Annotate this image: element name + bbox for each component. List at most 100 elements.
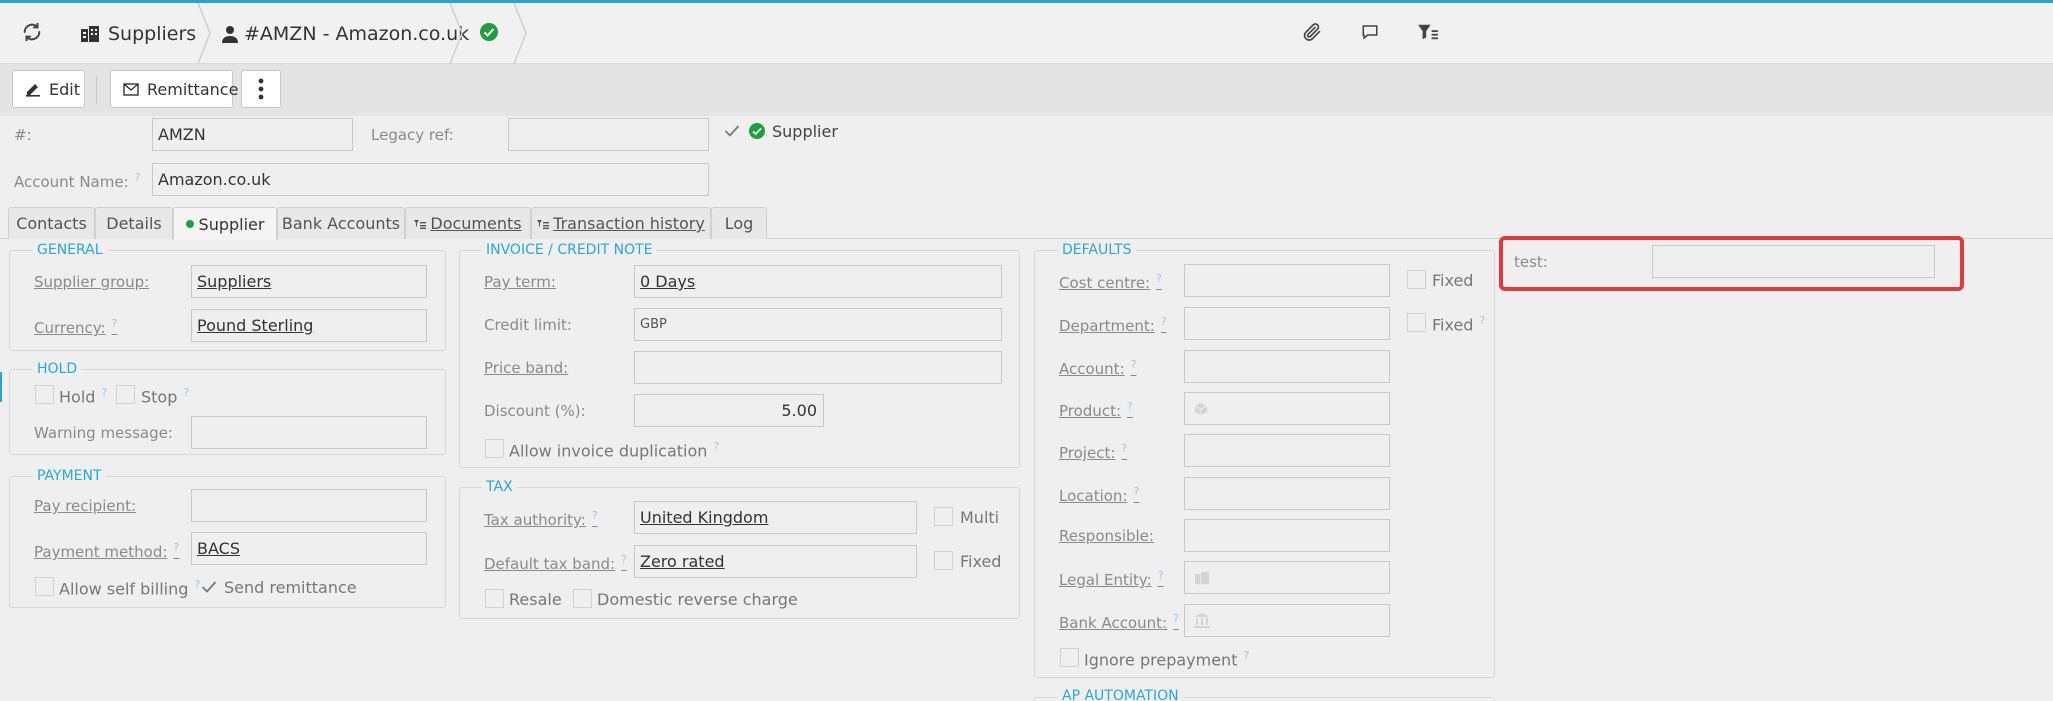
department-field[interactable] [1184,307,1390,340]
default-tax-band-label[interactable]: Default tax band:? [484,553,627,573]
cost-centre-fixed-checkbox[interactable] [1407,270,1426,289]
pay-term-field[interactable]: 0 Days [634,265,1002,298]
tax-authority-label[interactable]: Tax authority:? [484,509,598,529]
bank-account-field[interactable] [1184,604,1390,637]
price-band-label[interactable]: Price band: [484,359,568,377]
multi-label: Multi [960,508,1000,527]
department-fixed-checkbox[interactable] [1407,313,1426,332]
help-icon[interactable]: ? [101,386,107,399]
help-icon[interactable]: ? [1173,612,1179,625]
location-field[interactable] [1184,477,1390,510]
help-icon[interactable]: ? [1134,485,1140,498]
more-actions-button[interactable] [241,70,281,108]
breadcrumb-record[interactable]: #AMZN - Amazon.co.uk [222,3,469,64]
help-icon[interactable]: ? [1158,569,1164,582]
help-icon[interactable]: ? [1121,442,1127,455]
warning-message-label: Warning message: [34,424,173,442]
person-icon [222,25,238,43]
pay-recipient-field[interactable] [191,489,427,522]
help-icon[interactable]: ? [1243,649,1249,662]
product-field[interactable] [1184,392,1390,425]
help-icon[interactable]: ? [1161,315,1167,328]
help-icon[interactable]: ? [621,553,627,566]
domestic-reverse-checkbox[interactable] [573,589,592,608]
building-icon [80,25,100,43]
project-label[interactable]: Project:? [1059,442,1127,462]
tab-supplier[interactable]: Supplier [173,207,277,240]
attachment-icon[interactable] [1300,20,1324,44]
discount-field[interactable]: 5.00 [634,394,824,427]
comment-icon[interactable] [1358,20,1382,44]
number-field[interactable]: AMZN [152,118,353,151]
bank-account-label[interactable]: Bank Account:? [1059,612,1179,632]
cost-centre-label[interactable]: Cost centre:? [1059,272,1162,292]
multi-checkbox[interactable] [934,507,953,526]
currency-label[interactable]: Currency:? [34,317,117,337]
account-label[interactable]: Account:? [1059,358,1136,378]
credit-limit-field[interactable]: GBP [634,308,1002,341]
send-remittance-checkbox[interactable] [199,577,218,596]
resale-checkbox[interactable] [485,589,504,608]
tax-authority-field[interactable]: United Kingdom [634,501,917,534]
product-label[interactable]: Product:? [1059,400,1133,420]
status-check-icon [477,20,501,44]
refresh-icon[interactable] [20,20,44,44]
tab-log[interactable]: Log [711,207,767,239]
tab-documents[interactable]: Documents [405,207,531,239]
project-field[interactable] [1184,434,1390,467]
help-icon[interactable]: ? [1131,358,1137,371]
price-band-field[interactable] [634,351,1002,384]
account-name-field[interactable]: Amazon.co.uk [152,163,709,196]
help-icon[interactable]: ? [1127,400,1133,413]
stop-checkbox[interactable] [116,385,135,404]
pay-term-label[interactable]: Pay term: [484,273,556,291]
tax-authority-value: United Kingdom [640,508,769,527]
warning-message-field[interactable] [191,416,427,449]
breadcrumb-suppliers[interactable]: Suppliers [80,3,196,64]
supplier-group-label[interactable]: Supplier group: [34,273,149,291]
self-billing-checkbox[interactable] [35,577,54,596]
toolbar-divider [96,76,97,104]
ignore-prepayment-checkbox[interactable] [1060,648,1079,667]
edit-button[interactable]: Edit [12,70,85,108]
number-label: #: [14,126,32,144]
help-icon[interactable]: ? [713,440,719,453]
payment-method-field[interactable]: BACS [191,532,427,565]
payment-method-label[interactable]: Payment method:? [34,541,179,561]
default-tax-band-field[interactable]: Zero rated [634,545,917,578]
allow-duplication-checkbox[interactable] [485,439,504,458]
help-icon[interactable]: ? [135,171,141,184]
legacy-ref-field[interactable] [508,118,709,151]
tax-fixed-checkbox[interactable] [934,551,953,570]
invoice-title: INVOICE / CREDIT NOTE [482,242,657,258]
tab-contacts[interactable]: Contacts [8,207,95,239]
help-icon[interactable]: ? [1479,314,1485,327]
tab-transaction-history[interactable]: Transaction history [531,207,711,239]
supplier-checkbox[interactable] [722,121,741,140]
help-icon[interactable]: ? [592,509,598,522]
legal-entity-field[interactable] [1184,561,1390,594]
pay-recipient-label[interactable]: Pay recipient: [34,497,136,515]
supplier-group-field[interactable]: Suppliers [191,265,427,298]
help-icon[interactable]: ? [173,541,179,554]
filter-list-icon[interactable] [1416,20,1440,44]
cost-centre-field[interactable] [1184,264,1390,297]
account-field[interactable] [1184,350,1390,383]
responsible-label[interactable]: Responsible: [1059,527,1154,545]
department-label[interactable]: Department:? [1059,315,1167,335]
hold-checkbox[interactable] [35,385,54,404]
location-label[interactable]: Location:? [1059,485,1139,505]
legal-entity-label[interactable]: Legal Entity:? [1059,569,1164,589]
account-name-value: Amazon.co.uk [158,170,271,189]
hold-label: Hold? [59,386,108,407]
tab-details[interactable]: Details [95,207,173,239]
remittance-button[interactable]: Remittance [110,70,238,108]
responsible-field[interactable] [1184,519,1390,552]
help-icon[interactable]: ? [183,386,189,399]
tab-bank-accounts[interactable]: Bank Accounts [277,207,405,239]
help-icon[interactable]: ? [1156,272,1162,285]
stop-label: Stop? [141,386,190,407]
self-billing-label: Allow self billing? [59,578,201,599]
currency-field[interactable]: Pound Sterling [191,309,427,342]
help-icon[interactable]: ? [112,317,118,330]
